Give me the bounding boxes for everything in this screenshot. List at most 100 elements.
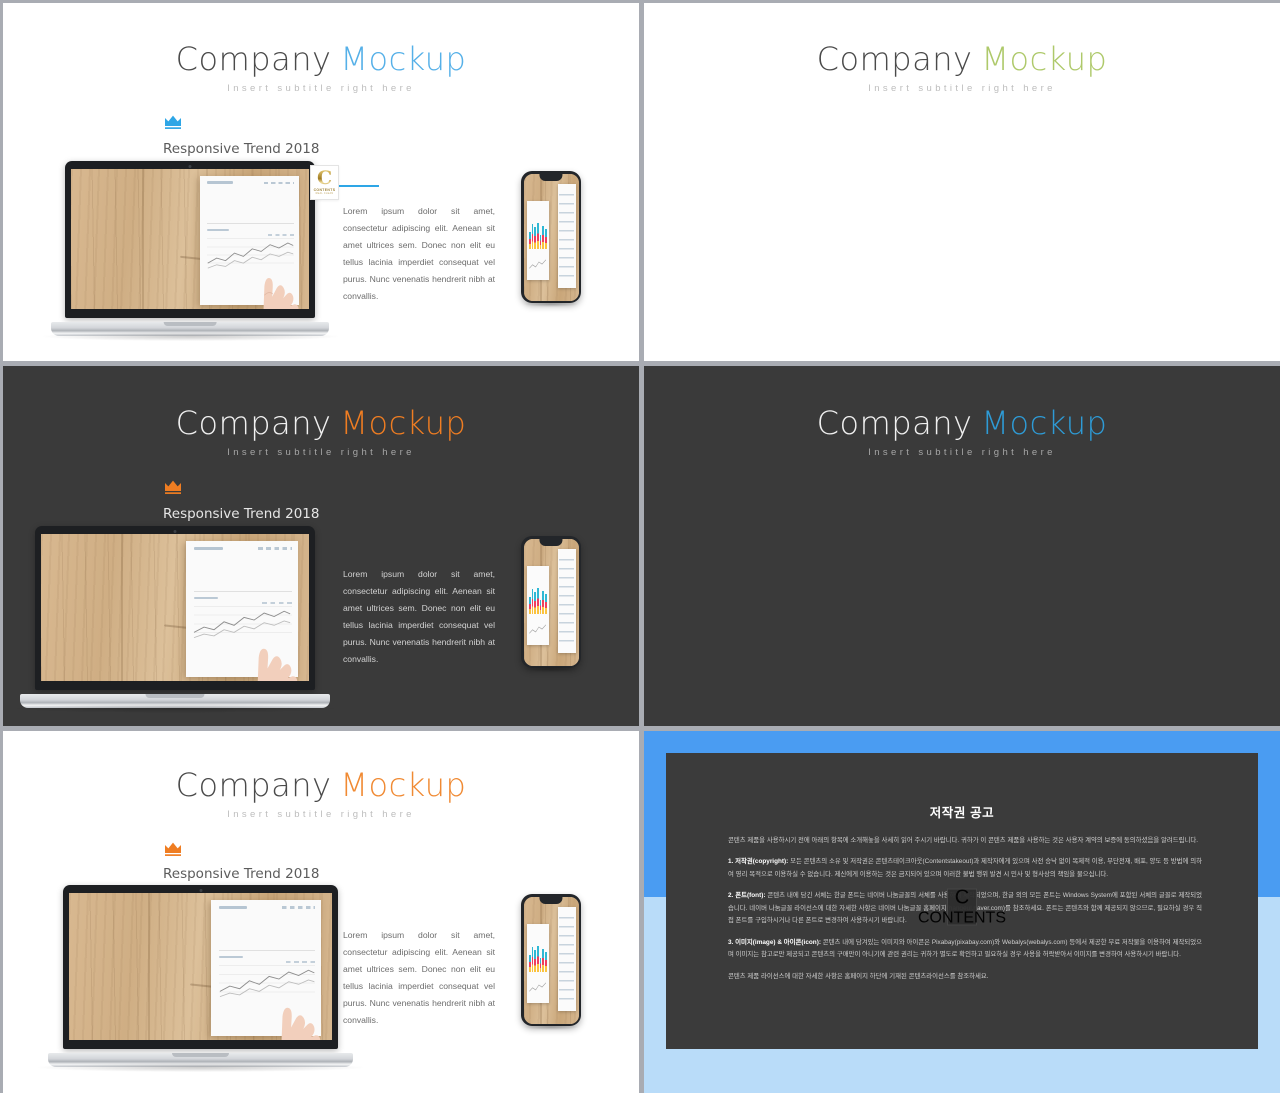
slide-2[interactable]: Company Mockup Insert subtitle right here… xyxy=(644,3,1280,361)
slide-title: Company Mockup xyxy=(3,766,639,804)
bar-column xyxy=(542,590,544,614)
bar-chart xyxy=(219,918,315,948)
laptop-camera-icon xyxy=(173,529,177,533)
chart-paper xyxy=(211,900,322,1040)
connector-line xyxy=(337,185,379,187)
phone-chart-card xyxy=(526,566,549,646)
slide-1[interactable]: Company Mockup Insert subtitle right here… xyxy=(3,3,639,361)
slide-6-copyright[interactable]: 저작권 공고 콘텐츠 제품을 사용하시기 전에 아래의 항목에 소개해놓을 사세… xyxy=(644,731,1280,1093)
phone-screen xyxy=(523,896,579,1024)
title-word-mockup: Mockup xyxy=(340,766,467,804)
title-word-mockup: Mockup xyxy=(340,40,467,78)
bar-column xyxy=(545,228,547,249)
badge-subtitle: REAL CLEAN xyxy=(315,191,334,195)
title-word-company: Company xyxy=(816,40,973,78)
contents-badge[interactable]: C CONTENTS REAL CLEAN xyxy=(310,165,339,200)
phone-screen xyxy=(523,538,579,666)
phone-mockup xyxy=(521,536,581,672)
crown-icon xyxy=(163,114,183,130)
bar-column xyxy=(531,224,534,249)
responsive-trend-label: Responsive Trend 2018 xyxy=(163,141,320,157)
slide-5[interactable]: Company Mockup Insert subtitle right here… xyxy=(3,731,639,1093)
bar-column xyxy=(542,225,544,249)
bar-column xyxy=(528,231,531,249)
body-paragraph: Lorem ipsum dolor sit amet, consectetur … xyxy=(343,930,495,1026)
bar-column xyxy=(539,599,542,614)
laptop-camera-icon xyxy=(188,164,192,168)
copyright-title: 저작권 공고 xyxy=(929,806,995,820)
phone-notch xyxy=(539,173,563,181)
phone-screen xyxy=(523,173,579,301)
responsive-trend-label: Responsive Trend 2018 xyxy=(163,506,320,522)
hand-pointing-image xyxy=(247,612,306,681)
bar-column xyxy=(537,588,539,614)
section-label: 2. 폰트(font): xyxy=(728,892,766,900)
bar-column xyxy=(531,589,534,614)
bar-column xyxy=(528,596,531,614)
phone-mockup xyxy=(521,894,581,1030)
bar-column xyxy=(537,946,539,972)
laptop-screen xyxy=(41,534,309,681)
bar-column xyxy=(534,950,536,972)
hand-pointing-image xyxy=(271,971,328,1040)
bar-column xyxy=(528,954,531,972)
slide-3[interactable]: Company Mockup Insert subtitle right here… xyxy=(3,366,639,726)
title-word-company: Company xyxy=(816,404,973,442)
phone-body xyxy=(521,171,581,303)
slide-title: Company Mockup xyxy=(3,404,639,442)
phone-list-card xyxy=(557,906,577,1011)
copyright-footer: 콘텐츠 제품 라이선스에 대한 자세한 사항은 홈페이지 하단에 기재된 콘텐츠… xyxy=(728,972,989,980)
laptop-lid xyxy=(65,161,315,318)
chart-paper xyxy=(185,541,299,681)
phone-list-card xyxy=(557,183,577,288)
bar-column xyxy=(539,957,542,972)
chart-paper xyxy=(199,176,300,309)
copyright-intro: 콘텐츠 제품을 사용하시기 전에 아래의 항목에 소개해놓을 사세히 읽어 주시… xyxy=(728,837,1199,844)
slide-subtitle: Insert subtitle right here xyxy=(227,809,415,820)
phone-chart-card xyxy=(526,924,549,1004)
bar-column xyxy=(537,223,539,249)
body-paragraph: Lorem ipsum dolor sit amet, consectetur … xyxy=(343,206,495,302)
bar-column xyxy=(531,947,534,972)
copyright-section-3: 3. 이미지(image) & 아이콘(icon): 콘텐츠 내에 담겨있는 이… xyxy=(728,937,1202,962)
copyright-page-background: 저작권 공고 콘텐츠 제품을 사용하시기 전에 아래의 항목에 소개해놓을 사세… xyxy=(644,731,1280,1093)
slide-subtitle: Insert subtitle right here xyxy=(868,447,1056,458)
badge-letter: C xyxy=(316,167,333,190)
slide-grid: Company Mockup Insert subtitle right here… xyxy=(0,0,1280,1093)
title-word-mockup: Mockup xyxy=(981,404,1108,442)
section-text: 모든 콘텐츠의 소유 및 저작권은 콘텐츠테이크아웃(Contentstakeo… xyxy=(728,858,1202,878)
section-label: 3. 이미지(image) & 아이콘(icon): xyxy=(728,938,821,946)
phone-chart-card xyxy=(526,201,549,281)
phone-notch xyxy=(539,896,563,904)
responsive-trend-label: Responsive Trend 2018 xyxy=(163,866,320,882)
phone-notch xyxy=(539,538,563,546)
body-paragraph: Lorem ipsum dolor sit amet, consectetur … xyxy=(343,569,495,665)
bar-column xyxy=(545,593,547,614)
laptop-mockup xyxy=(42,161,338,341)
copyright-section-1: 1. 저작권(copyright): 모든 콘텐츠의 소유 및 저작권은 콘텐츠… xyxy=(728,856,1202,881)
contents-watermark: C CONTENTS xyxy=(918,886,1006,926)
phone-line-chart xyxy=(529,257,547,271)
copyright-panel: 저작권 공고 콘텐츠 제품을 사용하시기 전에 아래의 항목에 소개해놓을 사세… xyxy=(666,753,1258,1049)
slide-subtitle: Insert subtitle right here xyxy=(227,447,415,458)
crown-icon xyxy=(163,479,183,495)
slide-4[interactable]: Company Mockup Insert subtitle right here… xyxy=(644,366,1280,726)
phone-bar-chart xyxy=(528,587,547,614)
slide-title: Company Mockup xyxy=(644,40,1280,78)
bar-column xyxy=(542,948,544,972)
phone-mockup xyxy=(521,171,581,307)
phone-body xyxy=(521,894,581,1026)
badge-name: CONTENTS xyxy=(918,909,1006,927)
bar-chart xyxy=(207,193,294,221)
hand-pointing-image xyxy=(254,243,306,309)
laptop-lid xyxy=(63,885,338,1049)
title-word-company: Company xyxy=(175,40,332,78)
bar-column xyxy=(534,227,536,249)
bar-column xyxy=(539,234,542,249)
title-word-company: Company xyxy=(175,404,332,442)
crown-icon xyxy=(163,841,183,857)
laptop-lid xyxy=(35,526,315,690)
title-word-mockup: Mockup xyxy=(981,40,1108,78)
bar-column xyxy=(534,592,536,614)
phone-bar-chart xyxy=(528,222,547,249)
